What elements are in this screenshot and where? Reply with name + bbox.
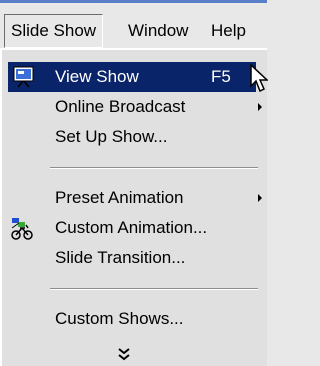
menu-separator [50, 288, 258, 290]
menu-item-view-show[interactable]: View Show F5 [8, 62, 256, 92]
submenu-arrow-icon [258, 103, 262, 111]
menubar-item-window[interactable]: Window [128, 14, 188, 48]
menu-item-label: View Show [55, 67, 139, 86]
slide-show-dropdown: View Show F5 Online Broadcast Set Up Sho… [0, 48, 267, 366]
menu-item-label: Custom Animation... [55, 218, 208, 237]
menu-item-label: Custom Shows... [55, 309, 184, 328]
menu-item-label: Online Broadcast [55, 97, 186, 116]
submenu-arrow-icon [258, 194, 262, 202]
menu-item-label: Slide Transition... [55, 248, 186, 267]
menubar-item-help[interactable]: Help [211, 14, 246, 48]
custom-animation-icon [11, 218, 33, 240]
menu-item-set-up-show[interactable]: Set Up Show... [8, 122, 256, 152]
app-window: Slide Show Window Help View Show F5 Onli… [0, 0, 268, 366]
menu-item-online-broadcast[interactable]: Online Broadcast [8, 92, 262, 122]
menu-item-custom-shows[interactable]: Custom Shows... [8, 304, 256, 334]
shortcut-label: F5 [211, 67, 231, 86]
menu-item-label: Set Up Show... [55, 127, 168, 146]
title-bar-edge [0, 0, 267, 3]
menubar-item-slide-show[interactable]: Slide Show [4, 14, 104, 48]
menu-separator [50, 167, 258, 169]
double-chevron-down-icon[interactable] [116, 347, 132, 363]
menu-bar: Slide Show Window Help [0, 14, 267, 48]
mouse-pointer-icon [250, 64, 268, 93]
menu-item-preset-animation[interactable]: Preset Animation [8, 183, 262, 213]
menu-item-slide-transition[interactable]: Slide Transition... [8, 243, 256, 273]
projector-screen-icon [13, 66, 34, 88]
menu-item-label: Preset Animation [55, 188, 184, 207]
menu-item-custom-animation[interactable]: Custom Animation... [8, 213, 256, 243]
